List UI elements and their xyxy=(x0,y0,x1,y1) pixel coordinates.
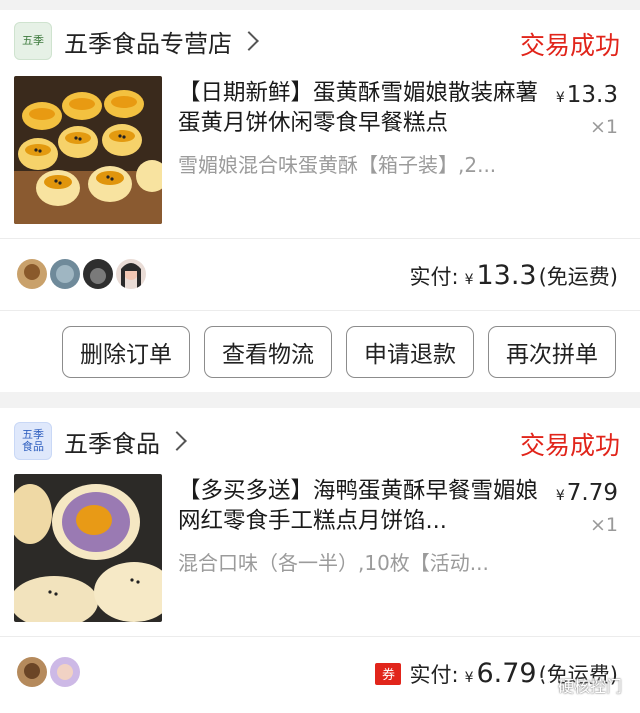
coupon-badge: 券 xyxy=(375,662,402,685)
order-card-1: 五季 五季食品专营店 交易成功 【日期新鲜】蛋黄酥雪媚娘散装麻薯蛋黄月饼休闲零食… xyxy=(0,10,640,392)
product-spec: 混合口味（各一半）,10枚【活动... xyxy=(178,551,489,575)
store-header[interactable]: 五季 五季食品专营店 xyxy=(14,22,259,60)
product-price: ¥13.3 xyxy=(555,82,618,108)
avatar xyxy=(115,258,147,290)
paid-amount: 6.79 xyxy=(476,658,537,689)
shipping-note: (免运费) xyxy=(538,265,618,289)
avatar xyxy=(16,656,48,688)
product-price: ¥7.79 xyxy=(555,480,618,506)
store-logo: 五季食品 xyxy=(14,422,52,460)
payment-summary: 实付: ¥ 13.3 (免运费) xyxy=(409,260,618,291)
chevron-right-icon[interactable] xyxy=(167,431,187,451)
reorder-button[interactable]: 再次拼单 xyxy=(488,326,616,378)
divider xyxy=(0,310,640,311)
avatar xyxy=(49,656,81,688)
order-card-2: 五季食品 五季食品 交易成功 【多买多送】海鸭蛋黄酥早餐雪媚娘网红零食手工糕点月… xyxy=(0,408,640,713)
product-spec: 雪媚娘混合味蛋黄酥【箱子装】,2... xyxy=(178,153,497,177)
divider xyxy=(0,238,640,239)
product-quantity: ×1 xyxy=(589,514,618,536)
view-logistics-button[interactable]: 查看物流 xyxy=(204,326,332,378)
group-member-avatars xyxy=(16,656,82,688)
group-member-avatars xyxy=(16,258,148,290)
watermark: 硬核控门 xyxy=(535,673,622,697)
store-name[interactable]: 五季食品 xyxy=(64,424,160,459)
product-title[interactable]: 【多买多送】海鸭蛋黄酥早餐雪媚娘网红零食手工糕点月饼馅... xyxy=(178,476,540,536)
store-header[interactable]: 五季食品 五季食品 xyxy=(14,422,187,460)
currency-symbol: ¥ xyxy=(464,272,474,288)
store-logo: 五季 xyxy=(14,22,52,60)
order-status: 交易成功 xyxy=(519,31,620,60)
paid-label: 实付: xyxy=(409,265,459,289)
order-actions: 删除订单 查看物流 申请退款 再次拼单 xyxy=(62,326,616,378)
product-image[interactable] xyxy=(14,76,162,224)
avatar xyxy=(82,258,114,290)
divider xyxy=(0,636,640,637)
chevron-right-icon[interactable] xyxy=(239,31,259,51)
avatar xyxy=(49,258,81,290)
paid-label: 实付: xyxy=(409,663,459,687)
watermark-text: 硬核控门 xyxy=(557,677,622,696)
product-quantity: ×1 xyxy=(589,116,618,138)
order-status: 交易成功 xyxy=(519,431,620,460)
paid-amount: 13.3 xyxy=(476,260,537,291)
avatar xyxy=(16,258,48,290)
delete-order-button[interactable]: 删除订单 xyxy=(62,326,190,378)
store-name[interactable]: 五季食品专营店 xyxy=(64,24,232,59)
request-refund-button[interactable]: 申请退款 xyxy=(346,326,474,378)
currency-symbol: ¥ xyxy=(464,670,474,686)
product-title[interactable]: 【日期新鲜】蛋黄酥雪媚娘散装麻薯蛋黄月饼休闲零食早餐糕点 xyxy=(178,78,540,138)
wechat-icon xyxy=(535,677,554,692)
product-image[interactable] xyxy=(14,474,162,622)
